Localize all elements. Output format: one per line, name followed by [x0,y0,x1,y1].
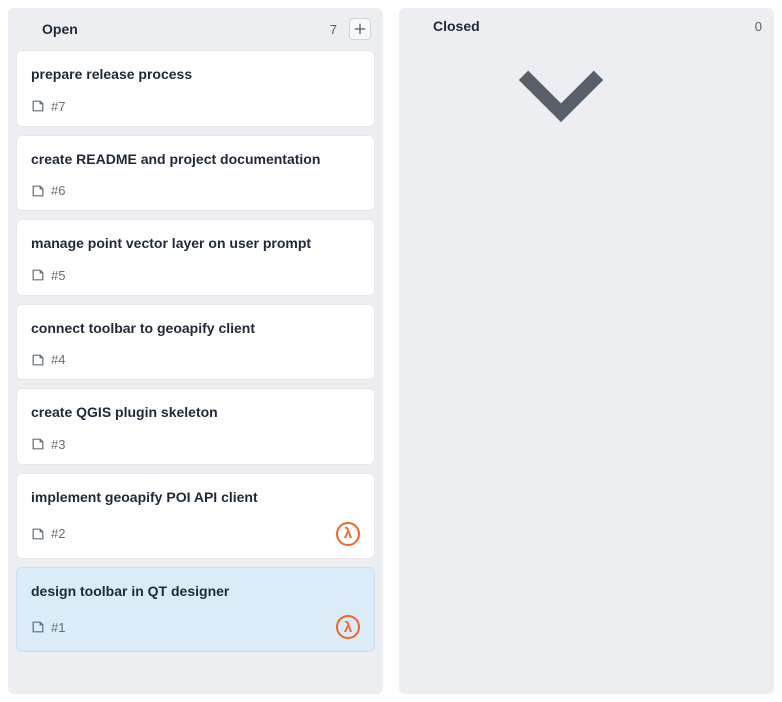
board-column: Closed 0 [399,8,774,694]
column-title: Closed [433,18,729,34]
card-title: design toolbar in QT designer [31,582,360,602]
card-title: create QGIS plugin skeleton [31,403,360,423]
column-header[interactable]: Open 7 [8,8,383,50]
column-title: Open [42,21,304,37]
card-title: create README and project documentation [31,150,360,170]
card-ref: #1 [51,620,65,635]
issue-card[interactable]: create README and project documentation #… [16,135,375,212]
board-column: Open 7 prepare release process #7 create REA… [8,8,383,694]
column-count-number: 0 [755,19,762,34]
issue-card[interactable]: prepare release process #7 [16,50,375,127]
chevron-down-icon [411,19,425,33]
card-footer: #6 [31,183,360,198]
chevron-down-icon [20,22,34,36]
card-icon [31,527,45,541]
card-icon [31,268,45,282]
card-icon [312,22,326,36]
card-meta: #2 [31,526,65,541]
card-title: implement geoapify POI API client [31,488,360,508]
card-meta: #6 [31,183,65,198]
card-footer: #7 [31,99,360,114]
card-meta: #1 [31,620,65,635]
card-footer: #4 [31,352,360,367]
lambda-badge-icon: λ [336,522,360,546]
lambda-badge-icon: λ [336,615,360,639]
issue-card[interactable]: connect toolbar to geoapify client #4 [16,304,375,381]
issue-card[interactable]: design toolbar in QT designer #1 λ [16,567,375,653]
card-meta: #4 [31,352,65,367]
column-cards [399,44,774,52]
column-cards: prepare release process #7 create README a… [8,50,383,660]
card-icon [31,437,45,451]
issue-card[interactable]: implement geoapify POI API client #2 λ [16,473,375,559]
card-meta: #7 [31,99,65,114]
card-ref: #5 [51,268,65,283]
column-count-number: 7 [330,22,337,37]
project-board: Open 7 prepare release process #7 create REA… [0,0,782,702]
card-icon [737,19,751,33]
card-ref: #4 [51,352,65,367]
card-footer: #5 [31,268,360,283]
card-ref: #7 [51,99,65,114]
card-title: manage point vector layer on user prompt [31,234,360,254]
card-footer: #1 λ [31,615,360,639]
card-icon [31,620,45,634]
card-footer: #2 λ [31,522,360,546]
card-ref: #3 [51,437,65,452]
card-title: prepare release process [31,65,360,85]
card-meta: #3 [31,437,65,452]
column-header[interactable]: Closed 0 [399,8,774,44]
card-icon [31,353,45,367]
card-ref: #6 [51,183,65,198]
issue-card[interactable]: manage point vector layer on user prompt… [16,219,375,296]
column-count: 0 [737,19,762,34]
card-meta: #5 [31,268,65,283]
card-ref: #2 [51,526,65,541]
card-icon [31,99,45,113]
add-card-button[interactable] [349,18,371,40]
card-footer: #3 [31,437,360,452]
card-icon [31,184,45,198]
card-title: connect toolbar to geoapify client [31,319,360,339]
column-count: 7 [312,22,337,37]
issue-card[interactable]: create QGIS plugin skeleton #3 [16,388,375,465]
